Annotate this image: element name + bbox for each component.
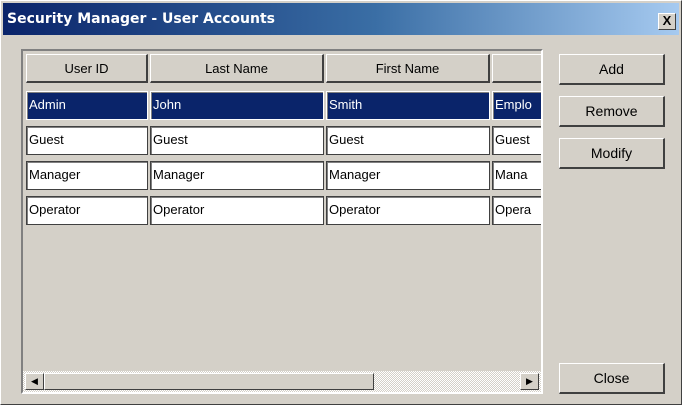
title-bar[interactable]: Security Manager - User Accounts X	[3, 3, 679, 35]
cell-column-4[interactable]: Emplo	[492, 91, 541, 120]
horizontal-scrollbar[interactable]: ◀ ▶	[23, 371, 541, 392]
cell-user-id[interactable]: Admin	[26, 91, 148, 120]
cell-user-id[interactable]: Operator	[26, 196, 148, 225]
column-header-4[interactable]	[492, 54, 541, 83]
cell-column-4[interactable]: Mana	[492, 161, 541, 190]
column-header-last-name[interactable]: Last Name	[150, 54, 324, 83]
cell-first-name[interactable]: Manager	[326, 161, 490, 190]
close-window-button[interactable]: X	[658, 13, 676, 30]
cell-column-4[interactable]: Guest	[492, 126, 541, 155]
cell-last-name[interactable]: Manager	[150, 161, 324, 190]
cell-first-name[interactable]: Operator	[326, 196, 490, 225]
scrollbar-thumb[interactable]	[44, 373, 374, 390]
grid-viewport: User ID Last Name First Name Admin John …	[23, 51, 541, 392]
window-title: Security Manager - User Accounts	[7, 11, 275, 27]
modify-button[interactable]: Modify	[559, 138, 665, 169]
column-header-user-id[interactable]: User ID	[26, 54, 148, 83]
user-accounts-dialog: Security Manager - User Accounts X User …	[0, 0, 682, 405]
close-button[interactable]: Close	[559, 363, 665, 394]
scroll-right-arrow-icon[interactable]: ▶	[520, 373, 539, 390]
cell-last-name[interactable]: John	[150, 91, 324, 120]
cell-first-name[interactable]: Guest	[326, 126, 490, 155]
scroll-left-arrow-icon[interactable]: ◀	[25, 373, 44, 390]
cell-column-4[interactable]: Opera	[492, 196, 541, 225]
cell-last-name[interactable]: Operator	[150, 196, 324, 225]
column-header-first-name[interactable]: First Name	[326, 54, 490, 83]
user-accounts-grid: User ID Last Name First Name Admin John …	[21, 49, 543, 394]
cell-last-name[interactable]: Guest	[150, 126, 324, 155]
cell-user-id[interactable]: Manager	[26, 161, 148, 190]
remove-button[interactable]: Remove	[559, 96, 665, 127]
add-button[interactable]: Add	[559, 54, 665, 85]
cell-user-id[interactable]: Guest	[26, 126, 148, 155]
cell-first-name[interactable]: Smith	[326, 91, 490, 120]
